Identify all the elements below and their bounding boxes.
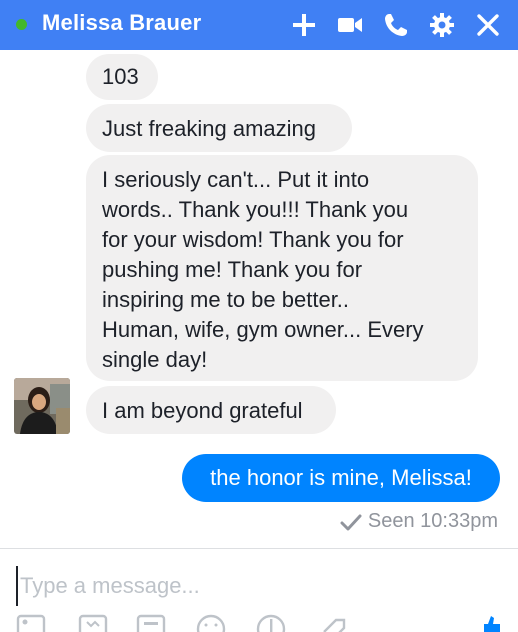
sent-message-bubble[interactable]: the honor is mine, Melissa! [182, 454, 500, 502]
chat-header: Melissa Brauer [0, 0, 518, 50]
online-status-indicator [16, 19, 27, 30]
contact-name[interactable]: Melissa Brauer [42, 10, 201, 36]
gif-icon[interactable] [136, 612, 166, 632]
message-line: pushing me! Thank you for [102, 257, 363, 282]
message-line: words.. Thank you!!! Thank you [102, 197, 409, 222]
phone-icon[interactable] [382, 11, 410, 39]
message-line: single day! [102, 347, 208, 372]
read-receipt: Seen 10:33pm [340, 510, 498, 533]
message-bubble[interactable]: Just freaking amazing [86, 104, 352, 152]
message-bubble[interactable]: I seriously can't... Put it into words..… [86, 155, 478, 381]
tag-icon[interactable] [318, 612, 348, 632]
video-camera-icon[interactable] [336, 11, 364, 39]
message-bubble[interactable]: 103 [86, 54, 158, 100]
emoji-icon[interactable] [196, 612, 226, 632]
plus-icon[interactable] [290, 11, 318, 39]
thumbs-up-icon[interactable] [476, 612, 506, 632]
seen-timestamp: Seen 10:33pm [367, 510, 498, 532]
message-text: I am beyond grateful [102, 398, 303, 423]
message-text: Just freaking amazing [102, 116, 316, 141]
checkmark-icon [340, 514, 362, 530]
gear-icon[interactable] [428, 11, 456, 39]
composer-divider [0, 548, 518, 549]
message-line: I seriously can't... Put it into [102, 167, 370, 192]
sticker-icon[interactable] [78, 612, 108, 632]
close-icon[interactable] [474, 11, 502, 39]
photo-icon[interactable] [16, 612, 46, 632]
message-text: 103 [102, 64, 139, 89]
message-text: the honor is mine, Melissa! [210, 465, 472, 490]
message-line: inspiring me to be better.. [102, 287, 350, 312]
message-input[interactable] [16, 566, 500, 606]
message-bubble[interactable]: I am beyond grateful [86, 386, 336, 434]
message-line: Human, wife, gym owner... Every [102, 317, 424, 342]
message-line: for your wisdom! Thank you for [102, 227, 404, 252]
contact-avatar[interactable] [14, 378, 70, 434]
payment-icon[interactable] [256, 612, 286, 632]
